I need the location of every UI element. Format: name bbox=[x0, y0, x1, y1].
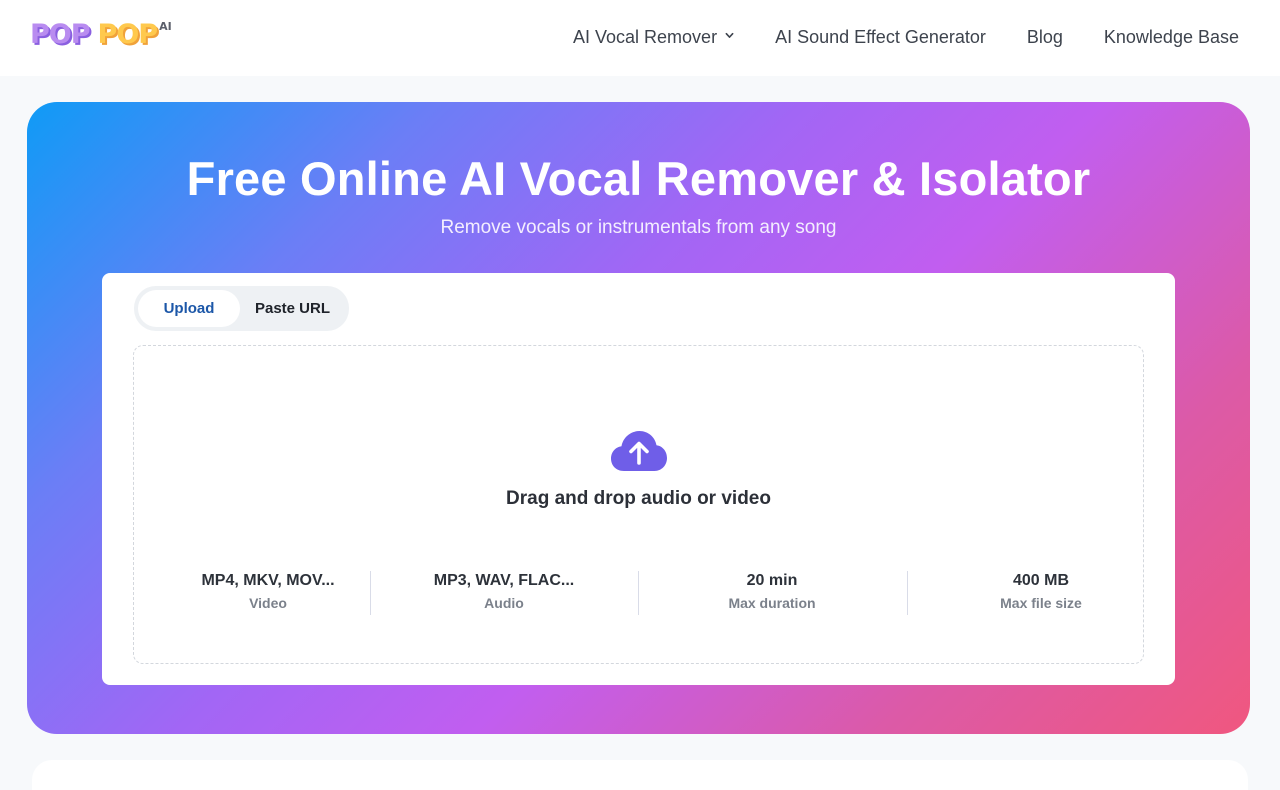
site-header: POP POP AI AI Vocal Remover AI Sound Eff… bbox=[0, 0, 1280, 76]
nav-ai-sound-effect-generator[interactable]: AI Sound Effect Generator bbox=[775, 27, 986, 48]
nav-knowledge-base[interactable]: Knowledge Base bbox=[1104, 27, 1239, 48]
main-nav: AI Vocal Remover AI Sound Effect Generat… bbox=[573, 24, 1239, 50]
spec-max-duration-value: 20 min bbox=[746, 572, 798, 589]
logo-ai-suffix: AI bbox=[159, 20, 172, 33]
file-specs: MP4, MKV, MOV... Video MP3, WAV, FLAC...… bbox=[134, 571, 1143, 615]
nav-ai-vocal-remover[interactable]: AI Vocal Remover bbox=[573, 27, 734, 48]
page-subtitle: Remove vocals or instrumentals from any … bbox=[440, 217, 837, 238]
dropzone-label: Drag and drop audio or video bbox=[506, 488, 771, 509]
next-section-edge bbox=[32, 760, 1248, 790]
logo-word-pop-1: POP bbox=[30, 19, 91, 50]
nav-knowledge-base-label: Knowledge Base bbox=[1103, 26, 1239, 47]
spec-video-formats: MP4, MKV, MOV... bbox=[201, 572, 335, 589]
upload-card: Upload Paste URL Drag and drop audio or … bbox=[102, 273, 1175, 685]
nav-blog[interactable]: Blog bbox=[1027, 27, 1063, 48]
spec-max-duration: 20 min Max duration bbox=[638, 571, 906, 613]
spec-audio-label: Audio bbox=[484, 595, 524, 611]
spec-max-file-size: 400 MB Max file size bbox=[907, 571, 1175, 613]
tab-paste-url[interactable]: Paste URL bbox=[240, 290, 345, 327]
upload-mode-tabs: Upload Paste URL bbox=[134, 286, 349, 331]
logo-word-pop-2: POP bbox=[97, 19, 159, 50]
spec-max-file-size-label: Max file size bbox=[1000, 595, 1082, 611]
spec-audio: MP3, WAV, FLAC... Audio bbox=[370, 571, 638, 613]
file-dropzone[interactable]: Drag and drop audio or video MP4, MKV, M… bbox=[133, 345, 1144, 664]
nav-ai-sound-effect-generator-label: AI Sound Effect Generator bbox=[775, 26, 986, 47]
nav-blog-label: Blog bbox=[1026, 26, 1063, 47]
spec-video: MP4, MKV, MOV... Video bbox=[134, 571, 402, 613]
spec-audio-formats: MP3, WAV, FLAC... bbox=[433, 572, 575, 589]
spec-max-file-size-value: 400 MB bbox=[1012, 572, 1070, 589]
nav-ai-vocal-remover-label: AI Vocal Remover bbox=[573, 26, 718, 47]
hero-section: Free Online AI Vocal Remover & Isolator … bbox=[27, 102, 1250, 734]
page-title: Free Online AI Vocal Remover & Isolator bbox=[186, 152, 1091, 205]
spec-max-duration-label: Max duration bbox=[728, 595, 816, 611]
poppop-ai-logo[interactable]: POP POP AI bbox=[30, 18, 172, 52]
spec-video-label: Video bbox=[249, 595, 287, 611]
tab-upload[interactable]: Upload bbox=[138, 290, 240, 327]
chevron-down-icon bbox=[725, 32, 734, 38]
cloud-upload-icon bbox=[611, 431, 667, 471]
